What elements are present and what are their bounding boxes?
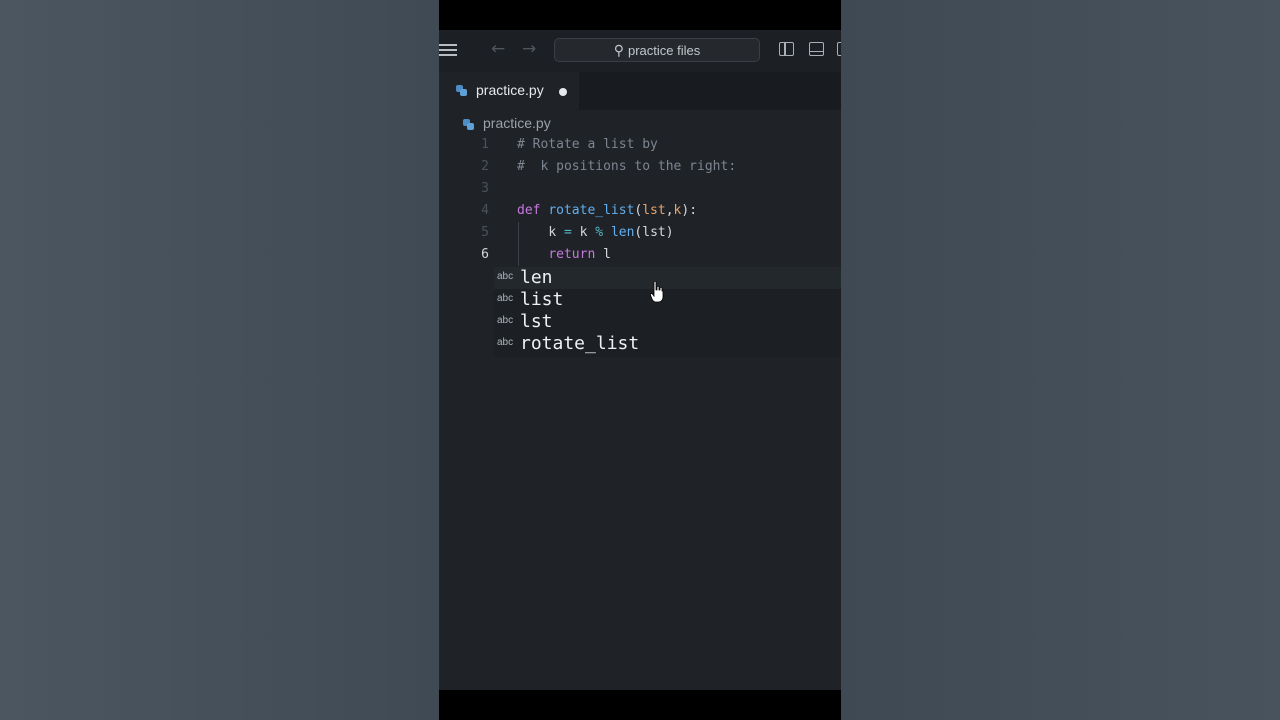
- code-line[interactable]: 1 # Rotate a list by: [439, 134, 841, 156]
- tab-bar: practice.py: [439, 72, 841, 111]
- line-text: return l: [548, 247, 611, 262]
- line-text: def rotate_list(lst,k):: [517, 203, 698, 218]
- suggestion-item[interactable]: abc rotate_list: [494, 333, 841, 355]
- line-number: 4: [481, 203, 489, 218]
- line-number: 3: [481, 181, 489, 196]
- toggle-sidebar-icon[interactable]: [779, 42, 794, 56]
- unsaved-dot-icon[interactable]: [559, 88, 567, 96]
- search-placeholder: practice files: [628, 43, 701, 58]
- tab-practice-py[interactable]: practice.py: [439, 72, 579, 111]
- line-text: # k positions to the right:: [517, 159, 737, 174]
- toggle-panel-icon[interactable]: [809, 42, 824, 56]
- arrow-right-icon[interactable]: →: [522, 39, 536, 59]
- python-file-icon: [456, 85, 467, 96]
- suggestion-label: list: [520, 289, 564, 310]
- background-left: [0, 0, 439, 720]
- line-number: 5: [481, 225, 489, 240]
- tab-label: practice.py: [476, 82, 544, 98]
- text-kind-icon: abc: [497, 315, 514, 326]
- suggestion-label: len: [520, 267, 553, 288]
- text-kind-icon: abc: [497, 337, 514, 348]
- menu-icon[interactable]: [439, 44, 457, 58]
- command-center-search[interactable]: ⚲ practice files: [554, 38, 760, 62]
- text-kind-icon: abc: [497, 293, 514, 304]
- line-text: # Rotate a list by: [517, 137, 658, 152]
- line-number: 6: [481, 247, 489, 262]
- code-editor-window: ← → ⚲ practice files practice.py practice…: [439, 30, 841, 690]
- line-number: 2: [481, 159, 489, 174]
- title-bar: ← → ⚲ practice files: [439, 30, 841, 72]
- line-number: 1: [481, 137, 489, 152]
- code-line[interactable]: 4 def rotate_list(lst,k):: [439, 200, 841, 222]
- suggestion-widget: abc len abc list abc lst abc rotate_list: [494, 267, 841, 357]
- suggestion-label: lst: [520, 311, 553, 332]
- hand-pointer-icon: [650, 281, 664, 303]
- toggle-secondary-sidebar-icon[interactable]: [837, 42, 841, 56]
- code-line-active[interactable]: 6 return l: [439, 244, 841, 266]
- breadcrumb-file[interactable]: practice.py: [483, 115, 551, 131]
- code-line[interactable]: 2 # k positions to the right:: [439, 156, 841, 178]
- arrow-left-icon[interactable]: ←: [491, 39, 505, 59]
- suggestion-item[interactable]: abc list: [494, 289, 841, 311]
- suggestion-item[interactable]: abc lst: [494, 311, 841, 333]
- background-right: [841, 0, 1280, 720]
- line-text: k = k % len(lst): [548, 225, 674, 240]
- code-line[interactable]: 3: [439, 178, 841, 200]
- video-frame: ← → ⚲ practice files practice.py practice…: [439, 0, 841, 720]
- suggestion-label: rotate_list: [520, 333, 640, 354]
- text-kind-icon: abc: [497, 271, 514, 282]
- python-file-icon: [463, 119, 474, 130]
- suggestion-item[interactable]: abc len: [494, 267, 841, 289]
- code-line[interactable]: 5 k = k % len(lst): [439, 222, 841, 244]
- search-icon: ⚲: [613, 42, 624, 58]
